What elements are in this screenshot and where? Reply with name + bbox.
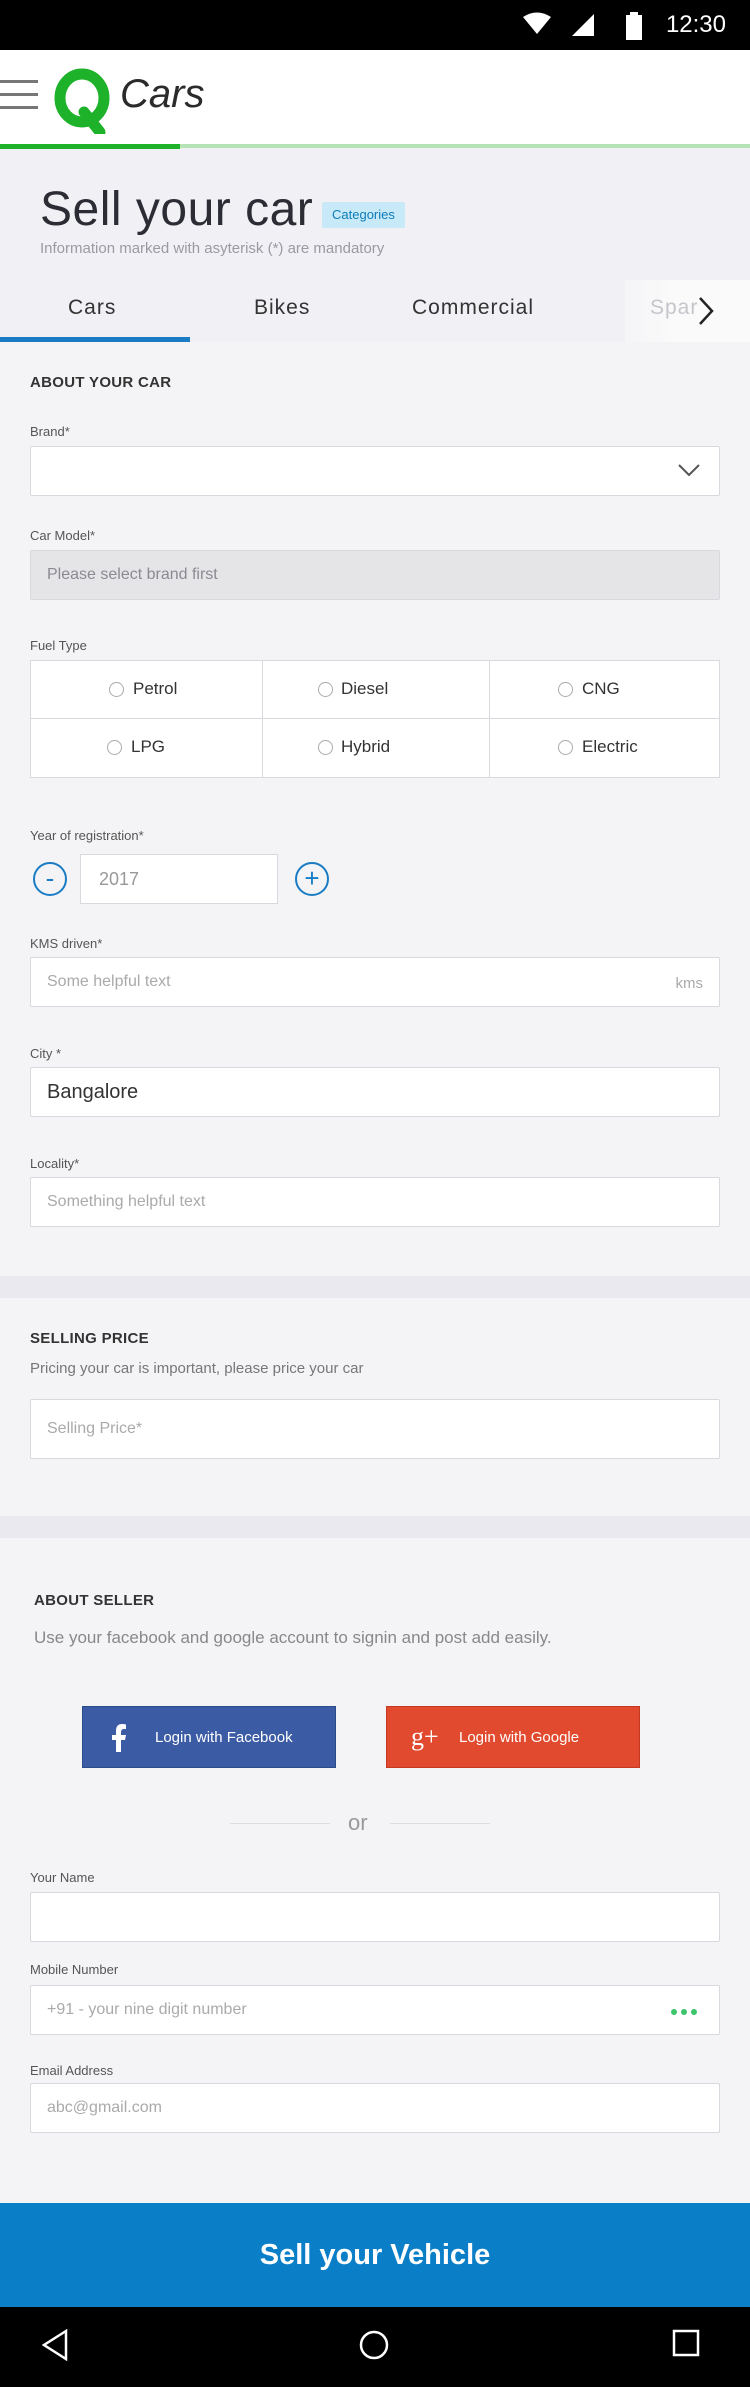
radio-icon [558, 740, 573, 755]
home-icon[interactable] [358, 2329, 390, 2361]
tab-spares[interactable]: Spar [650, 296, 698, 320]
chevron-down-icon [678, 464, 700, 477]
tab-scroll-next[interactable]: Spar [625, 280, 750, 342]
mobile-input[interactable]: +91 - your nine digit number [30, 1985, 720, 2035]
fuel-option-electric[interactable]: Electric [490, 719, 719, 777]
clock: 12:30 [665, 11, 726, 38]
kms-placeholder: Some helpful text [47, 973, 171, 990]
category-tabs: Cars Bikes Commercial Spar [0, 280, 750, 342]
page-title: Sell your car [40, 183, 314, 236]
sell-vehicle-button[interactable]: Sell your Vehicle [0, 2203, 750, 2307]
year-increment-button[interactable]: + [295, 862, 329, 896]
city-input[interactable]: Bangalore [30, 1067, 720, 1117]
brand-select[interactable] [30, 446, 720, 496]
year-input[interactable]: 2017 [80, 854, 278, 904]
logo-icon [54, 68, 110, 134]
system-nav-bar [0, 2307, 750, 2387]
battery-icon [626, 12, 642, 40]
city-label: City * [30, 1046, 62, 1061]
menu-icon[interactable] [0, 80, 38, 116]
selling-price-heading: SELLING PRICE [30, 1330, 149, 1347]
app-header: Cars [0, 50, 750, 146]
name-input[interactable] [30, 1892, 720, 1942]
fuel-type-label: Fuel Type [30, 638, 87, 653]
radio-icon [318, 740, 333, 755]
loading-dots-icon [667, 2008, 697, 2015]
back-icon[interactable] [40, 2329, 70, 2361]
fuel-option-hybrid[interactable]: Hybrid [263, 719, 489, 777]
wifi-icon [523, 12, 551, 34]
facebook-icon [112, 1724, 126, 1752]
fuel-type-grid: Petrol Diesel CNG LPG Hybrid Electric [30, 660, 720, 778]
tab-cars[interactable]: Cars [68, 296, 116, 320]
fuel-option-petrol[interactable]: Petrol [31, 661, 262, 719]
facebook-login-button[interactable]: Login with Facebook [82, 1706, 336, 1768]
kms-label: KMS driven* [30, 936, 103, 951]
brand-label: Brand* [30, 424, 70, 439]
kms-unit: kms [675, 975, 704, 992]
google-plus-icon: g+ [411, 1722, 439, 1751]
tab-bikes[interactable]: Bikes [254, 296, 310, 320]
fuel-option-cng[interactable]: CNG [490, 661, 719, 719]
email-input[interactable]: abc@gmail.com [30, 2083, 720, 2133]
car-model-label: Car Model* [30, 528, 96, 543]
fuel-option-lpg[interactable]: LPG [31, 719, 262, 777]
year-decrement-button[interactable]: - [33, 862, 67, 896]
name-label: Your Name [30, 1870, 95, 1885]
mobile-placeholder: +91 - your nine digit number [47, 2001, 247, 2018]
radio-icon [318, 682, 333, 697]
radio-icon [109, 682, 124, 697]
progress-fill [0, 144, 180, 149]
about-seller-description: Use your facebook and google account to … [34, 1628, 552, 1647]
kms-input[interactable]: Some helpful text kms [30, 957, 720, 1007]
cellular-signal-icon [572, 14, 594, 36]
radio-icon [558, 682, 573, 697]
tab-commercial[interactable]: Commercial [412, 296, 534, 320]
recents-icon[interactable] [672, 2329, 700, 2357]
locality-label: Locality* [30, 1156, 80, 1171]
progress-bar [0, 144, 750, 149]
selling-price-input[interactable]: Selling Price* [30, 1399, 720, 1459]
selling-price-description: Pricing your car is important, please pr… [30, 1360, 364, 1377]
about-seller-heading: ABOUT SELLER [34, 1592, 155, 1609]
section-divider [0, 1516, 750, 1538]
app-name: Cars [120, 72, 205, 116]
mobile-label: Mobile Number [30, 1962, 119, 1977]
year-label: Year of registration* [30, 828, 144, 843]
car-model-placeholder: Please select brand first [47, 566, 218, 583]
email-label: Email Address [30, 2063, 114, 2078]
car-model-select[interactable]: Please select brand first [30, 550, 720, 600]
status-bar: 12:30 [0, 0, 750, 50]
about-car-heading: ABOUT YOUR CAR [30, 374, 172, 391]
fuel-option-diesel[interactable]: Diesel [263, 661, 489, 719]
categories-badge[interactable]: Categories [322, 202, 405, 228]
mandatory-note: Information marked with asyterisk (*) ar… [40, 240, 385, 257]
radio-icon [107, 740, 122, 755]
section-divider [0, 1276, 750, 1298]
chevron-right-icon[interactable] [697, 296, 715, 326]
or-separator: or [230, 1810, 490, 1836]
locality-input[interactable]: Something helpful text [30, 1177, 720, 1227]
google-login-button[interactable]: g+ Login with Google [386, 1706, 640, 1768]
